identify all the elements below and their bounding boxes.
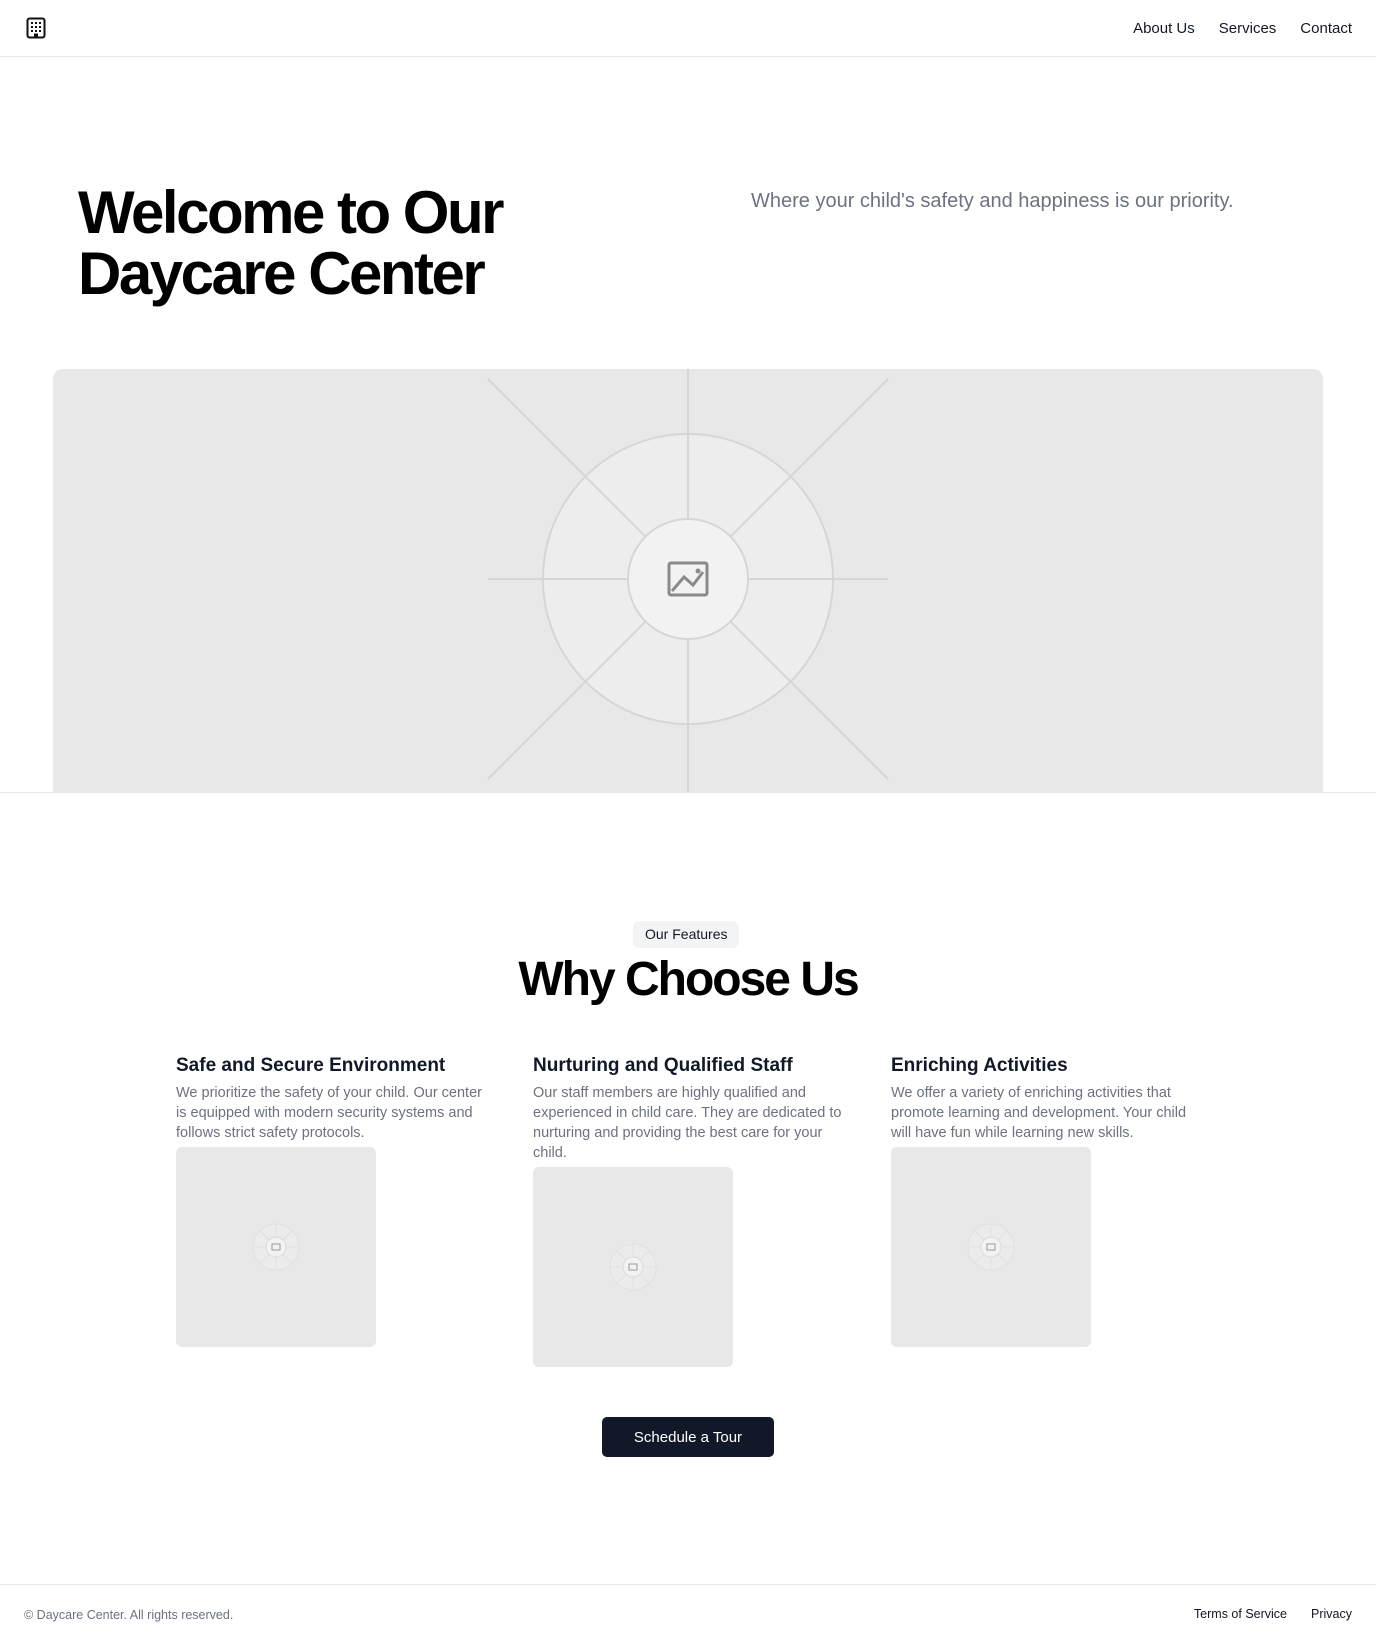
hero-subtitle: Where your child's safety and happiness … xyxy=(751,190,1234,212)
main-nav: About Us Services Contact xyxy=(1133,0,1352,56)
nav-link-services[interactable]: Services xyxy=(1219,20,1277,37)
hero-image-placeholder xyxy=(53,369,1323,792)
feature-title: Nurturing and Qualified Staff xyxy=(533,1055,793,1076)
building-icon[interactable] xyxy=(26,17,46,39)
feature-title: Enriching Activities xyxy=(891,1055,1068,1076)
features-title: Why Choose Us xyxy=(518,953,859,1006)
image-placeholder-icon xyxy=(252,1223,300,1271)
section-divider xyxy=(0,792,1376,793)
image-placeholder-icon xyxy=(609,1243,657,1291)
feature-image-placeholder xyxy=(176,1147,376,1347)
feature-title: Safe and Secure Environment xyxy=(176,1055,446,1076)
footer-link-terms[interactable]: Terms of Service xyxy=(1194,1607,1287,1621)
nav-link-contact[interactable]: Contact xyxy=(1300,20,1352,37)
site-footer: © Daycare Center. All rights reserved. T… xyxy=(0,1584,1376,1650)
footer-link-privacy[interactable]: Privacy xyxy=(1311,1607,1352,1621)
nav-link-about-us[interactable]: About Us xyxy=(1133,20,1195,37)
image-placeholder-icon xyxy=(967,1223,1015,1271)
site-header: About Us Services Contact xyxy=(0,0,1376,57)
feature-card-activities: Enriching Activities We offer a variety … xyxy=(891,1054,1201,1347)
hero-title: Welcome to Our Daycare Center xyxy=(78,179,504,307)
feature-image-placeholder xyxy=(891,1147,1091,1347)
feature-description: We offer a variety of enriching activiti… xyxy=(891,1085,1187,1141)
features-badge: Our Features xyxy=(633,921,740,948)
feature-description: Our staff members are highly qualified a… xyxy=(533,1085,842,1161)
feature-image-placeholder xyxy=(533,1167,733,1367)
feature-card-staff: Nurturing and Qualified Staff Our staff … xyxy=(533,1054,843,1367)
copyright-text: © Daycare Center. All rights reserved. xyxy=(24,1608,234,1622)
image-placeholder-icon xyxy=(487,369,889,792)
feature-description: We prioritize the safety of your child. … xyxy=(176,1085,482,1141)
footer-links: Terms of Service Privacy xyxy=(1194,1607,1352,1621)
schedule-tour-button[interactable]: Schedule a Tour xyxy=(602,1417,774,1457)
feature-card-safety: Safe and Secure Environment We prioritiz… xyxy=(176,1054,486,1347)
